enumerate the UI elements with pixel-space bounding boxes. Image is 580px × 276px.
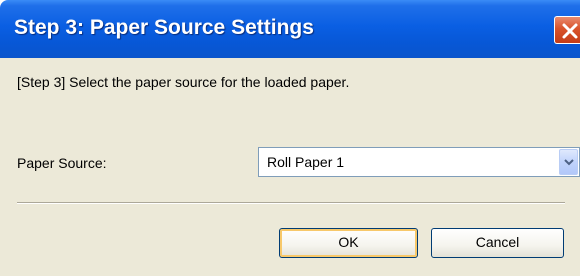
cancel-button[interactable]: Cancel: [431, 228, 564, 258]
title-bar[interactable]: Step 3: Paper Source Settings: [0, 0, 580, 58]
dropdown-button[interactable]: [559, 149, 578, 175]
separator: [17, 202, 565, 204]
paper-source-label: Paper Source:: [17, 155, 107, 171]
dialog-body: [Step 3] Select the paper source for the…: [0, 58, 580, 276]
chevron-down-icon: [564, 159, 574, 166]
instruction-text: [Step 3] Select the paper source for the…: [17, 74, 350, 90]
close-button[interactable]: [554, 16, 580, 44]
dialog-title: Step 3: Paper Source Settings: [14, 16, 314, 39]
paper-source-dialog: Step 3: Paper Source Settings [Step 3] S…: [0, 0, 580, 276]
close-icon: [562, 23, 578, 39]
paper-source-value: Roll Paper 1: [267, 154, 345, 170]
paper-source-select[interactable]: Roll Paper 1: [258, 147, 580, 177]
ok-button[interactable]: OK: [279, 228, 418, 258]
